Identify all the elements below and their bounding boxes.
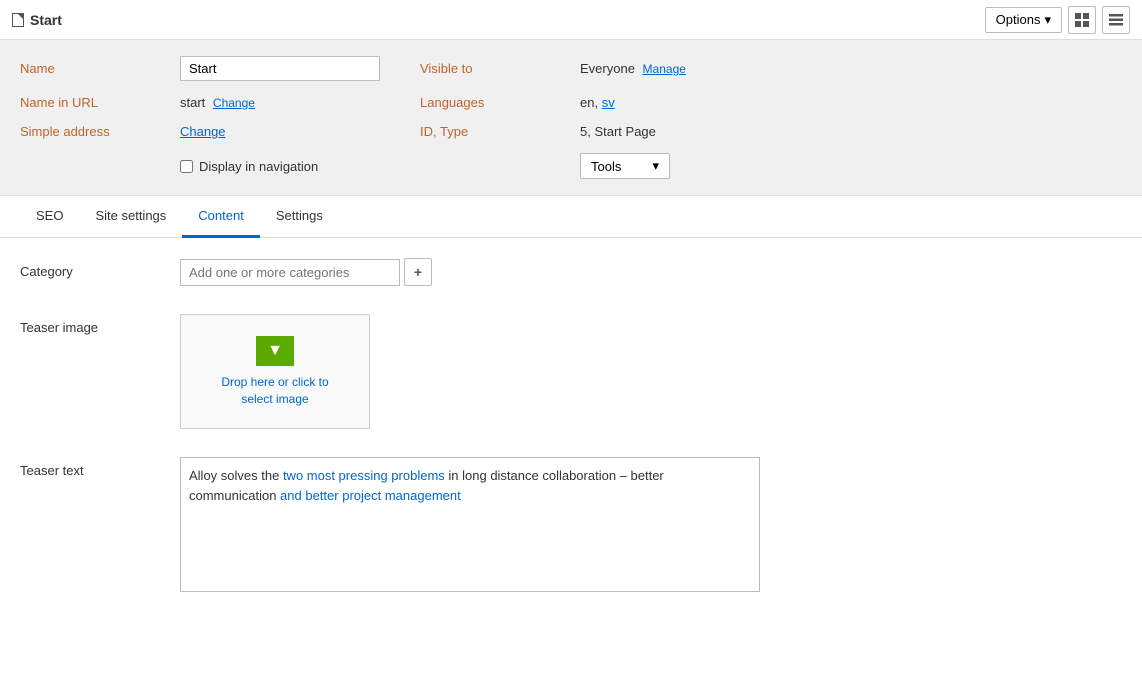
name-input[interactable] [180, 56, 380, 81]
tab-content[interactable]: Content [182, 196, 260, 238]
display-nav-label[interactable]: Display in navigation [180, 159, 420, 174]
category-row: Category + [20, 258, 1122, 286]
teaser-image-control: Drop here or click toselect image [180, 314, 1122, 429]
tab-site-settings[interactable]: Site settings [79, 196, 182, 238]
teaser-text-label: Teaser text [20, 457, 180, 478]
tab-settings[interactable]: Settings [260, 196, 339, 238]
category-input[interactable] [180, 259, 400, 286]
id-type-label: ID, Type [420, 124, 580, 139]
tools-dropdown-container: Tools ▾ [580, 153, 1122, 179]
display-nav-text: Display in navigation [199, 159, 318, 174]
category-input-row: + [180, 258, 1122, 286]
display-nav-container: Display in navigation [180, 159, 420, 174]
name-in-url-text: start [180, 95, 205, 110]
teaser-text-row: Teaser text Alloy solves the two most pr… [20, 457, 1122, 592]
id-type-value: 5, Start Page [580, 124, 1122, 139]
list-view-button[interactable] [1102, 6, 1130, 34]
name-in-url-value: start Change [180, 95, 420, 110]
options-button[interactable]: Options ▾ [985, 7, 1062, 33]
page-doc-icon [12, 13, 24, 27]
simple-address-change-link[interactable]: Change [180, 124, 226, 139]
image-dropzone[interactable]: Drop here or click toselect image [180, 314, 370, 429]
simple-address-label: Simple address [20, 124, 180, 139]
name-in-url-label: Name in URL [20, 95, 180, 110]
category-label: Category [20, 258, 180, 279]
options-chevron-icon: ▾ [1044, 12, 1051, 28]
drop-text: Drop here or click toselect image [221, 374, 328, 408]
properties-section: Name Visible to Everyone Manage Name in … [0, 40, 1142, 196]
visible-to-label: Visible to [420, 61, 580, 76]
display-nav-checkbox[interactable] [180, 160, 193, 173]
languages-label: Languages [420, 95, 580, 110]
teaser-image-label: Teaser image [20, 314, 180, 335]
teaser-text-highlight3: project management [342, 488, 461, 503]
top-bar-actions: Options ▾ [985, 6, 1130, 34]
teaser-text-plain1: Alloy solves the [189, 468, 283, 483]
languages-value: en, sv [580, 95, 1122, 110]
teaser-image-row: Teaser image Drop here or click toselect… [20, 314, 1122, 429]
teaser-text-highlight1: two most pressing problems [283, 468, 445, 483]
name-input-container [180, 56, 420, 81]
tools-dropdown[interactable]: Tools ▾ [580, 153, 670, 179]
grid-icon [1074, 12, 1090, 28]
teaser-text-area[interactable]: Alloy solves the two most pressing probl… [180, 457, 760, 592]
tools-chevron-icon: ▾ [652, 158, 659, 174]
properties-grid: Name Visible to Everyone Manage Name in … [20, 56, 1122, 179]
visible-to-value: Everyone Manage [580, 61, 1122, 76]
grid-view-button[interactable] [1068, 6, 1096, 34]
category-control: + [180, 258, 1122, 286]
page-title: Start [30, 12, 62, 28]
manage-link[interactable]: Manage [643, 62, 686, 76]
simple-address-value: Change [180, 124, 420, 139]
tools-label: Tools [591, 159, 621, 174]
tab-seo[interactable]: SEO [20, 196, 79, 238]
name-label: Name [20, 61, 180, 76]
page-title-area: Start [12, 12, 62, 28]
drop-arrow-icon [256, 336, 294, 366]
visible-to-text: Everyone [580, 61, 635, 76]
tabs-bar: SEO Site settings Content Settings [0, 196, 1142, 238]
teaser-text-control: Alloy solves the two most pressing probl… [180, 457, 1122, 592]
content-area: Category + Teaser image Drop here or cli… [0, 238, 1142, 640]
top-bar: Start Options ▾ [0, 0, 1142, 40]
languages-sv-link[interactable]: sv [602, 95, 615, 110]
languages-text: en, [580, 95, 602, 110]
list-icon [1108, 12, 1124, 28]
name-in-url-change-link[interactable]: Change [213, 96, 255, 110]
options-label: Options [996, 12, 1041, 27]
category-add-button[interactable]: + [404, 258, 432, 286]
teaser-text-highlight2: and better [276, 488, 342, 503]
